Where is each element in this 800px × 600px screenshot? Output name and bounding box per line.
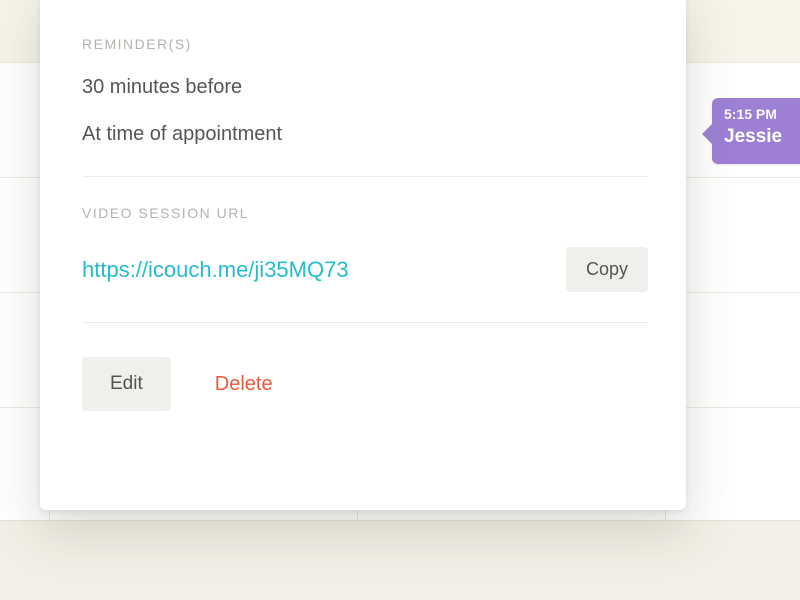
video-url-heading: VIDEO SESSION URL (82, 205, 648, 221)
appointment-time: 5:15 PM (724, 106, 800, 122)
divider (82, 322, 648, 323)
video-session-link[interactable]: https://icouch.me/ji35MQ73 (82, 257, 349, 283)
divider (82, 176, 648, 177)
appointment-chip[interactable]: 5:15 PM Jessie (712, 98, 800, 164)
reminders-heading: REMINDER(S) (82, 36, 648, 52)
appointment-name: Jessie (724, 126, 800, 148)
reminder-item: 30 minutes before (82, 76, 648, 99)
delete-button[interactable]: Delete (215, 373, 273, 396)
appointment-popover: REMINDER(S) 30 minutes before At time of… (40, 0, 686, 510)
chip-pointer-icon (702, 124, 712, 144)
edit-button[interactable]: Edit (82, 357, 171, 411)
copy-button[interactable]: Copy (566, 247, 648, 292)
reminder-item: At time of appointment (82, 123, 648, 146)
